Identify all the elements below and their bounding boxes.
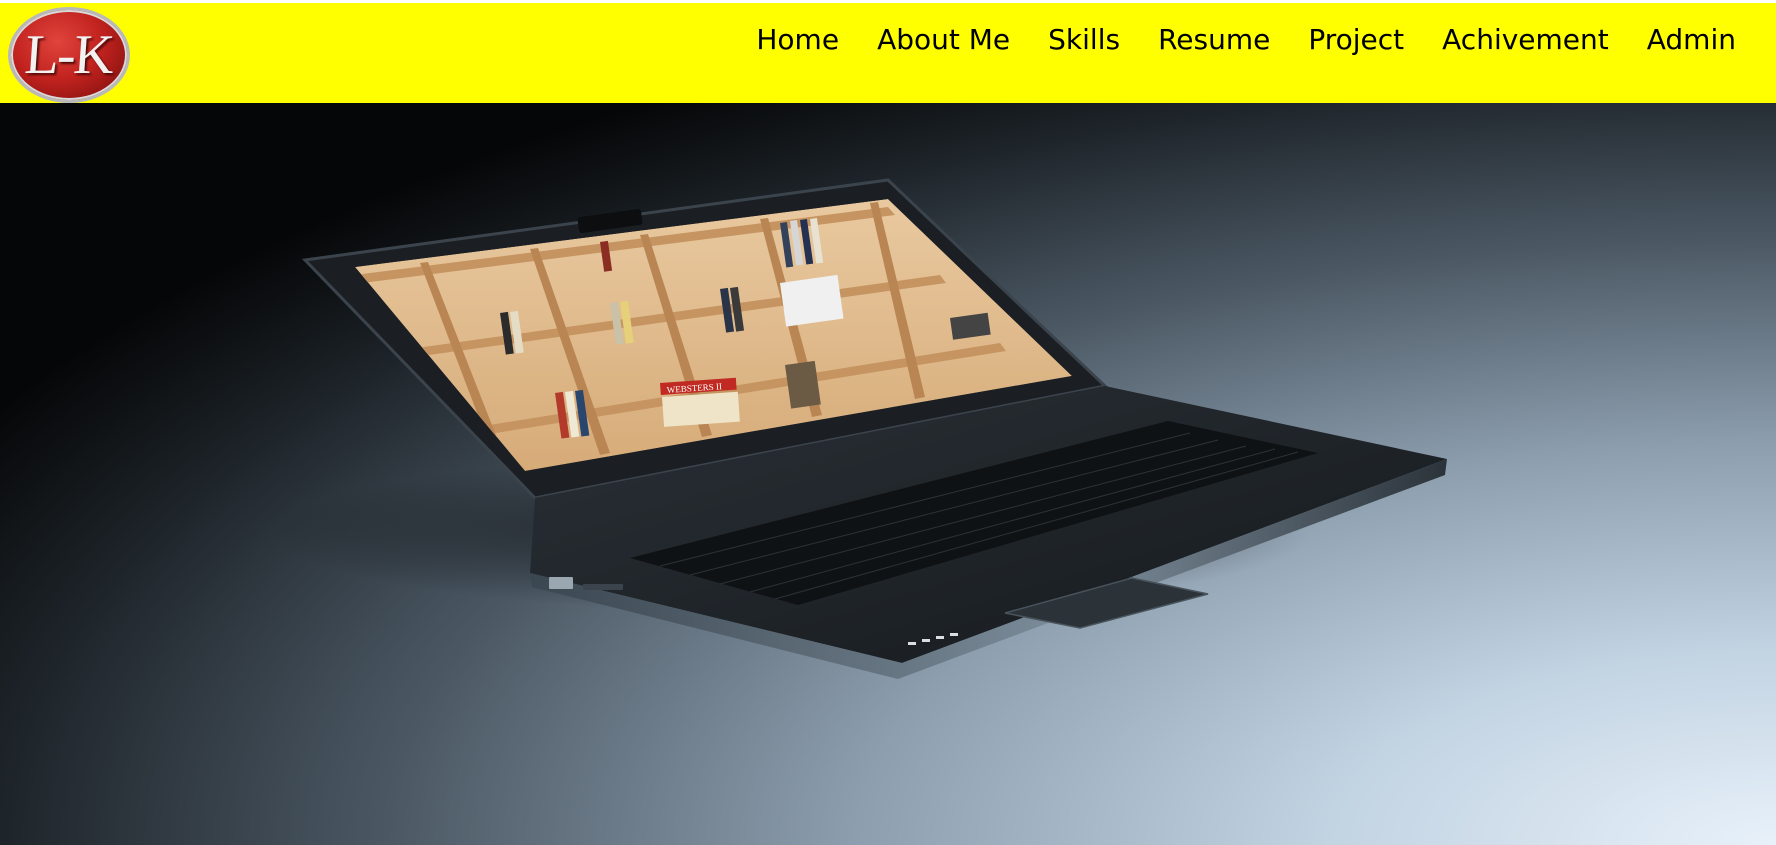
nav-link-achivement[interactable]: Achivement	[1442, 23, 1609, 56]
nav-link-home[interactable]: Home	[756, 23, 839, 56]
ethernet-port-icon	[549, 577, 573, 589]
site-logo[interactable]: L-K	[8, 7, 130, 103]
laptop-illustration: WEBSTERS II	[270, 178, 1447, 679]
nav-link-about-me[interactable]: About Me	[877, 23, 1010, 56]
hero-banner: WEBSTERS II	[0, 103, 1776, 845]
nav-link-project[interactable]: Project	[1308, 23, 1404, 56]
logo-text: L-K	[23, 24, 115, 86]
usb-port-icon	[583, 584, 623, 590]
navbar: L-K Home About Me Skills Resume Project …	[0, 3, 1776, 103]
nav-link-admin[interactable]: Admin	[1647, 23, 1736, 56]
nav-link-skills[interactable]: Skills	[1048, 23, 1120, 56]
nav-menu: Home About Me Skills Resume Project Achi…	[718, 3, 1736, 75]
nav-link-resume[interactable]: Resume	[1158, 23, 1270, 56]
